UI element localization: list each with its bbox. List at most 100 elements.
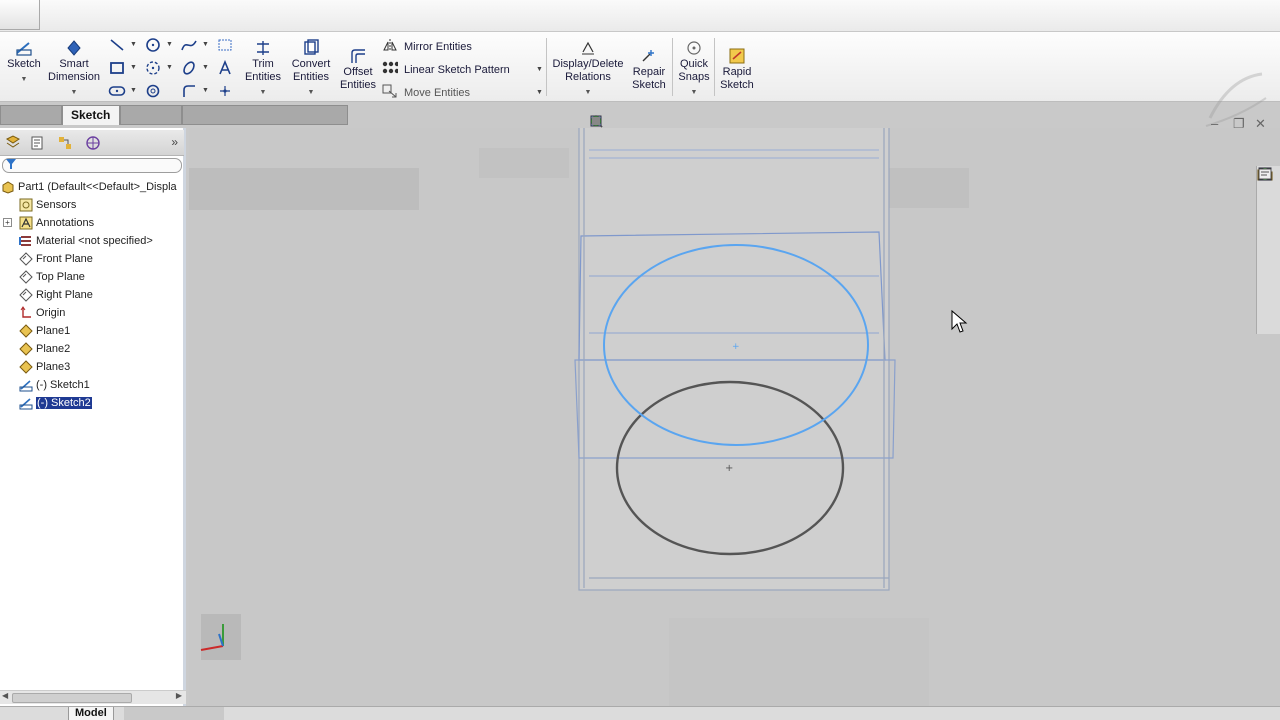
tree-horizontal-scrollbar[interactable]: ◀ ▶ [0, 690, 186, 704]
tab-sketch[interactable]: Sketch [62, 105, 120, 125]
tree-item-top-plane[interactable]: Top Plane [18, 268, 85, 286]
slot-icon[interactable] [106, 82, 128, 100]
forum-icon[interactable] [1257, 168, 1280, 334]
tree-item-plane3[interactable]: Plane3 [18, 358, 70, 376]
scroll-left-icon[interactable]: ◀ [2, 691, 8, 700]
chevron-down-icon[interactable]: ▼ [166, 64, 173, 71]
minimize-viewport-icon[interactable]: – [1211, 116, 1218, 131]
tree-item-material[interactable]: Material <not specified> [18, 232, 153, 250]
chevron-down-icon[interactable]: ▼ [202, 41, 209, 48]
scroll-right-icon[interactable]: ▶ [176, 691, 182, 700]
property-manager-icon[interactable] [26, 134, 48, 152]
tree-item-sketch2[interactable]: (-) Sketch2 [18, 394, 92, 412]
quick-snaps-icon [685, 38, 703, 58]
convert-entities-button[interactable]: Convert Entities ▼ [288, 38, 334, 99]
chevron-down-icon[interactable]: ▼ [691, 86, 698, 99]
tab-model[interactable]: Model [68, 707, 114, 720]
dimxpert-manager-icon[interactable] [82, 134, 104, 152]
feature-tree-icon[interactable] [2, 134, 24, 152]
view-settings-icon[interactable] [592, 114, 805, 130]
linear-sketch-pattern-button[interactable]: Linear Sketch Pattern [382, 61, 510, 78]
offset-entities-button[interactable]: Offset Entities [338, 46, 378, 92]
rectangle-icon[interactable] [106, 59, 128, 77]
tree-item-sketch1[interactable]: (-) Sketch1 [18, 376, 90, 394]
tree-item-plane1[interactable]: Plane1 [18, 322, 70, 340]
rapid-sketch-button[interactable]: Rapid Sketch [718, 46, 756, 92]
tree-item-sensors[interactable]: Sensors [18, 196, 76, 214]
expand-annotations-icon[interactable]: + [3, 218, 12, 227]
spline-icon[interactable] [178, 36, 200, 54]
move-entities-label: Move Entities [404, 86, 471, 99]
tree-item-origin[interactable]: Origin [18, 304, 65, 322]
chevron-down-icon[interactable]: ▼ [308, 86, 315, 99]
view-palette-icon[interactable] [1257, 167, 1280, 262]
chevron-down-icon[interactable]: ▼ [260, 86, 267, 99]
point-icon[interactable] [214, 82, 236, 100]
chevron-down-icon[interactable]: ▼ [585, 86, 592, 99]
line-icon[interactable] [106, 36, 128, 54]
chevron-down-icon[interactable]: ▼ [130, 64, 137, 71]
point-grid-icon[interactable] [214, 36, 236, 54]
design-library-icon[interactable] [1257, 167, 1280, 214]
sketch-button[interactable]: Sketch ▼ [6, 38, 42, 86]
trim-entities-button[interactable]: Trim Entities ▼ [244, 38, 282, 99]
restore-viewport-icon[interactable]: ❐ [1233, 116, 1245, 132]
tree-item-annotations[interactable]: Annotations [18, 214, 94, 232]
chevron-down-icon[interactable]: ▼ [536, 89, 543, 96]
hide-show-items-icon[interactable] [591, 114, 739, 130]
configuration-manager-icon[interactable] [54, 134, 76, 152]
scrollbar-thumb[interactable] [12, 693, 132, 703]
quick-snaps-button[interactable]: Quick Snaps ▼ [676, 38, 712, 99]
smart-dimension-label-2: Dimension [48, 71, 100, 83]
plane-icon [18, 252, 33, 267]
display-delete-relations-button[interactable]: Display/Delete Relations ▼ [550, 38, 626, 99]
tab-motion-study[interactable] [124, 707, 224, 720]
graphics-viewport[interactable]: + + – ❐ ✕ [189, 114, 1280, 706]
mirror-entities-button[interactable]: Mirror Entities [382, 38, 472, 55]
expand-panel-icon[interactable]: » [171, 135, 178, 149]
tree-item-plane2[interactable]: Plane2 [18, 340, 70, 358]
circle-icon[interactable] [142, 36, 164, 54]
plane-icon [18, 288, 33, 303]
repair-sketch-button[interactable]: Repair Sketch [630, 46, 668, 92]
move-entities-button[interactable]: Move Entities [382, 84, 470, 101]
chevron-down-icon[interactable]: ▼ [130, 87, 137, 94]
file-explorer-icon[interactable] [1257, 169, 1280, 238]
annotations-icon [18, 216, 33, 231]
chevron-down-icon[interactable]: ▼ [166, 41, 173, 48]
chevron-down-icon[interactable]: ▼ [202, 64, 209, 71]
text-icon[interactable] [214, 59, 236, 77]
tree-item-right-plane[interactable]: Right Plane [18, 286, 93, 304]
ellipse-icon[interactable] [178, 59, 200, 77]
edit-appearance-icon[interactable] [591, 114, 761, 130]
appearances-icon[interactable] [1257, 167, 1280, 286]
view-orientation-icon[interactable] [590, 114, 695, 130]
custom-properties-icon[interactable] [1257, 168, 1280, 310]
section-view-icon[interactable] [590, 114, 673, 130]
rapid-sketch-label-1: Rapid [722, 66, 752, 78]
model-body [574, 128, 896, 591]
fillet-icon[interactable] [142, 82, 164, 100]
smart-dimension-button[interactable]: Smart Dimension ▼ [46, 38, 102, 99]
tree-item-front-plane[interactable]: Front Plane [18, 250, 93, 268]
apply-scene-icon[interactable] [591, 114, 783, 130]
previous-view-icon[interactable] [590, 114, 651, 130]
tab-dimxpert[interactable] [182, 105, 348, 125]
chevron-down-icon[interactable]: ▼ [130, 41, 137, 48]
tab-evaluate[interactable] [120, 105, 182, 125]
display-delete-relations-label-1: Display/Delete [552, 58, 624, 70]
zoom-area-icon[interactable] [590, 114, 629, 130]
sketch-fillet-icon[interactable] [178, 82, 200, 100]
chevron-down-icon[interactable]: ▼ [202, 87, 209, 94]
sensor-icon [18, 198, 33, 213]
tab-features[interactable] [0, 105, 62, 125]
tree-filter-input[interactable] [2, 158, 182, 173]
close-viewport-icon[interactable]: ✕ [1255, 116, 1266, 132]
chevron-down-icon[interactable]: ▼ [536, 66, 543, 73]
chevron-down-icon[interactable]: ▼ [21, 73, 28, 86]
application-menu-button[interactable] [0, 0, 40, 30]
tree-root-part1[interactable]: Part1 (Default<<Default>_Displa [0, 178, 177, 196]
polygon-icon[interactable] [142, 59, 164, 77]
display-style-icon[interactable] [590, 114, 717, 130]
chevron-down-icon[interactable]: ▼ [71, 86, 78, 99]
